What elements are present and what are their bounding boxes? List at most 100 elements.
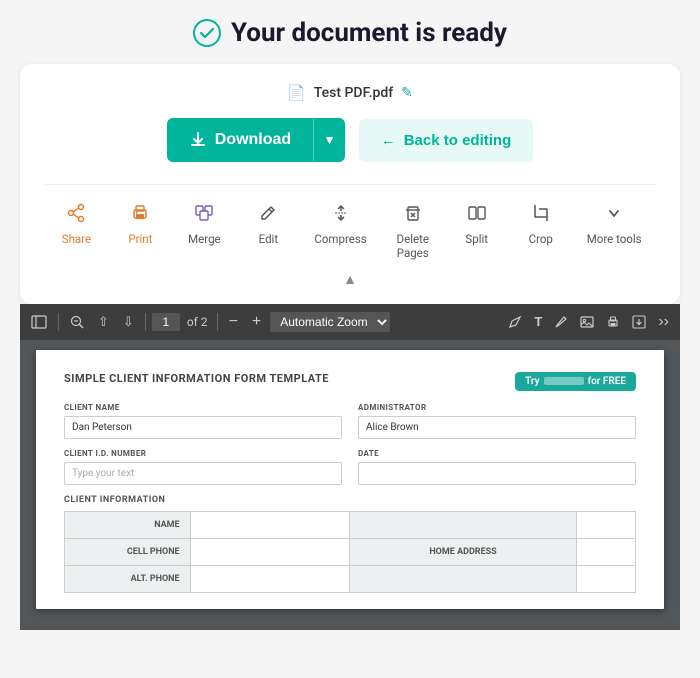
administrator-field: ADMINISTRATOR Alice Brown bbox=[358, 403, 636, 439]
draw-button[interactable] bbox=[549, 313, 573, 331]
page-total: of 2 bbox=[184, 315, 211, 329]
filename-row: 📄 Test PDF.pdf ✎ bbox=[44, 84, 656, 102]
name-label-cell: NAME bbox=[65, 511, 191, 538]
date-input[interactable] bbox=[358, 462, 636, 485]
zoom-out-button[interactable] bbox=[65, 313, 89, 331]
tool-edit[interactable]: Edit bbox=[236, 199, 300, 251]
zoom-plus-button[interactable]: + bbox=[247, 311, 266, 333]
addr-value-cell-1[interactable] bbox=[576, 511, 635, 538]
edit-filename-icon[interactable]: ✎ bbox=[401, 85, 413, 101]
next-page-button[interactable]: ⇩ bbox=[118, 312, 139, 332]
download-button[interactable]: Download ▾ bbox=[167, 118, 345, 162]
pdf-toolbar: ⇧ ⇩ 1 of 2 − + Automatic Zoom T bbox=[20, 304, 680, 340]
name-value-cell[interactable] bbox=[190, 511, 350, 538]
tool-delete-pages[interactable]: Delete Pages bbox=[381, 199, 445, 265]
date-label: DATE bbox=[358, 449, 636, 458]
form-header-row: Try for FREE SIMPLE CLIENT INFORMATION F… bbox=[64, 372, 636, 395]
tb-separator-2 bbox=[145, 313, 146, 331]
pdf-content-area: Try for FREE SIMPLE CLIENT INFORMATION F… bbox=[20, 340, 680, 630]
more-tools-label: More tools bbox=[587, 233, 642, 247]
addr-value-cell-3[interactable] bbox=[576, 565, 635, 592]
delete-pages-label: Delete Pages bbox=[397, 233, 429, 261]
addr-label-cell-1 bbox=[350, 511, 576, 538]
pdf-page: Try for FREE SIMPLE CLIENT INFORMATION F… bbox=[36, 350, 664, 609]
download-icon bbox=[189, 131, 207, 149]
badge-blank bbox=[544, 377, 584, 385]
download-pdf-button[interactable] bbox=[627, 313, 651, 331]
pdf-viewer: ⇧ ⇩ 1 of 2 − + Automatic Zoom T bbox=[20, 304, 680, 630]
client-name-input[interactable]: Dan Peterson bbox=[64, 416, 342, 439]
administrator-input[interactable]: Alice Brown bbox=[358, 416, 636, 439]
alt-phone-label-cell: ALT. PHONE bbox=[65, 565, 191, 592]
print-pdf-button[interactable] bbox=[601, 313, 625, 331]
tb-separator-3 bbox=[217, 313, 218, 331]
more-tools-icon bbox=[604, 203, 624, 228]
sidebar-toggle-button[interactable] bbox=[26, 313, 52, 331]
tool-merge[interactable]: Merge bbox=[172, 199, 236, 251]
file-icon: 📄 bbox=[287, 84, 306, 102]
more-options-button[interactable]: ›› bbox=[653, 311, 674, 333]
tb-separator-1 bbox=[58, 313, 59, 331]
date-field: DATE bbox=[358, 449, 636, 485]
client-id-field: CLIENT I.D. NUMBER Type your text bbox=[64, 449, 342, 485]
share-icon bbox=[66, 203, 86, 228]
page-number-input[interactable]: 1 bbox=[152, 313, 180, 331]
page-title: Your document is ready bbox=[231, 18, 507, 48]
delete-pages-icon bbox=[403, 203, 423, 228]
try-badge: Try for FREE bbox=[515, 372, 636, 391]
addr-label-cell-3 bbox=[350, 565, 576, 592]
cell-phone-label-cell: CELL PHONE bbox=[65, 538, 191, 565]
document-card: 📄 Test PDF.pdf ✎ Download ▾ ← Back to ed… bbox=[20, 64, 680, 304]
tool-print[interactable]: Print bbox=[108, 199, 172, 251]
administrator-label: ADMINISTRATOR bbox=[358, 403, 636, 412]
collapse-row: ▲ bbox=[44, 265, 656, 288]
client-name-label: CLIENT NAME bbox=[64, 403, 342, 412]
header: Your document is ready bbox=[20, 18, 680, 48]
download-dropdown-arrow[interactable]: ▾ bbox=[313, 119, 345, 161]
toolbar-right: T ›› bbox=[503, 311, 674, 333]
table-row: ALT. PHONE bbox=[65, 565, 636, 592]
crop-icon bbox=[531, 203, 551, 228]
client-name-field: CLIENT NAME Dan Peterson bbox=[64, 403, 342, 439]
tool-share[interactable]: Share bbox=[44, 199, 108, 251]
form-row-1: CLIENT NAME Dan Peterson ADMINISTRATOR A… bbox=[64, 403, 636, 439]
alt-phone-value-cell[interactable] bbox=[190, 565, 350, 592]
tool-more-tools[interactable]: More tools bbox=[573, 199, 656, 251]
tool-compress[interactable]: Compress bbox=[300, 199, 380, 251]
split-icon bbox=[467, 203, 487, 228]
client-info-table: NAME CELL PHONE HOME ADDRESS ALT. PHONE bbox=[64, 511, 636, 593]
home-addr-value-cell[interactable] bbox=[576, 538, 635, 565]
merge-icon bbox=[194, 203, 214, 228]
buttons-row: Download ▾ ← Back to editing bbox=[44, 118, 656, 162]
share-label: Share bbox=[62, 233, 91, 247]
tools-row: Share Print bbox=[44, 184, 656, 265]
edit-label: Edit bbox=[259, 233, 278, 247]
edit-icon bbox=[258, 203, 278, 228]
print-label: Print bbox=[128, 233, 152, 247]
table-row: CELL PHONE HOME ADDRESS bbox=[65, 538, 636, 565]
back-arrow-icon: ← bbox=[381, 132, 396, 149]
client-id-input[interactable]: Type your text bbox=[64, 462, 342, 485]
merge-label: Merge bbox=[188, 233, 220, 247]
client-info-section-title: CLIENT INFORMATION bbox=[64, 495, 636, 505]
prev-page-button[interactable]: ⇧ bbox=[93, 312, 114, 332]
split-label: Split bbox=[465, 233, 488, 247]
text-button[interactable]: T bbox=[529, 312, 547, 331]
home-addr-label-cell: HOME ADDRESS bbox=[350, 538, 576, 565]
zoom-select[interactable]: Automatic Zoom bbox=[270, 312, 390, 332]
image-button[interactable] bbox=[575, 313, 599, 331]
client-id-label: CLIENT I.D. NUMBER bbox=[64, 449, 342, 458]
zoom-minus-button[interactable]: − bbox=[224, 311, 243, 333]
compress-icon bbox=[331, 203, 351, 228]
cell-phone-value-cell[interactable] bbox=[190, 538, 350, 565]
tool-split[interactable]: Split bbox=[445, 199, 509, 251]
annotate-button[interactable] bbox=[503, 313, 527, 331]
page-wrapper: Your document is ready 📄 Test PDF.pdf ✎ … bbox=[0, 0, 700, 630]
check-circle-icon bbox=[193, 19, 221, 47]
back-to-editing-button[interactable]: ← Back to editing bbox=[359, 119, 534, 162]
form-row-2: CLIENT I.D. NUMBER Type your text DATE bbox=[64, 449, 636, 485]
tool-crop[interactable]: Crop bbox=[509, 199, 573, 251]
filename-text: Test PDF.pdf bbox=[314, 85, 393, 101]
collapse-arrow-icon[interactable]: ▲ bbox=[343, 271, 357, 288]
print-icon bbox=[130, 203, 150, 228]
